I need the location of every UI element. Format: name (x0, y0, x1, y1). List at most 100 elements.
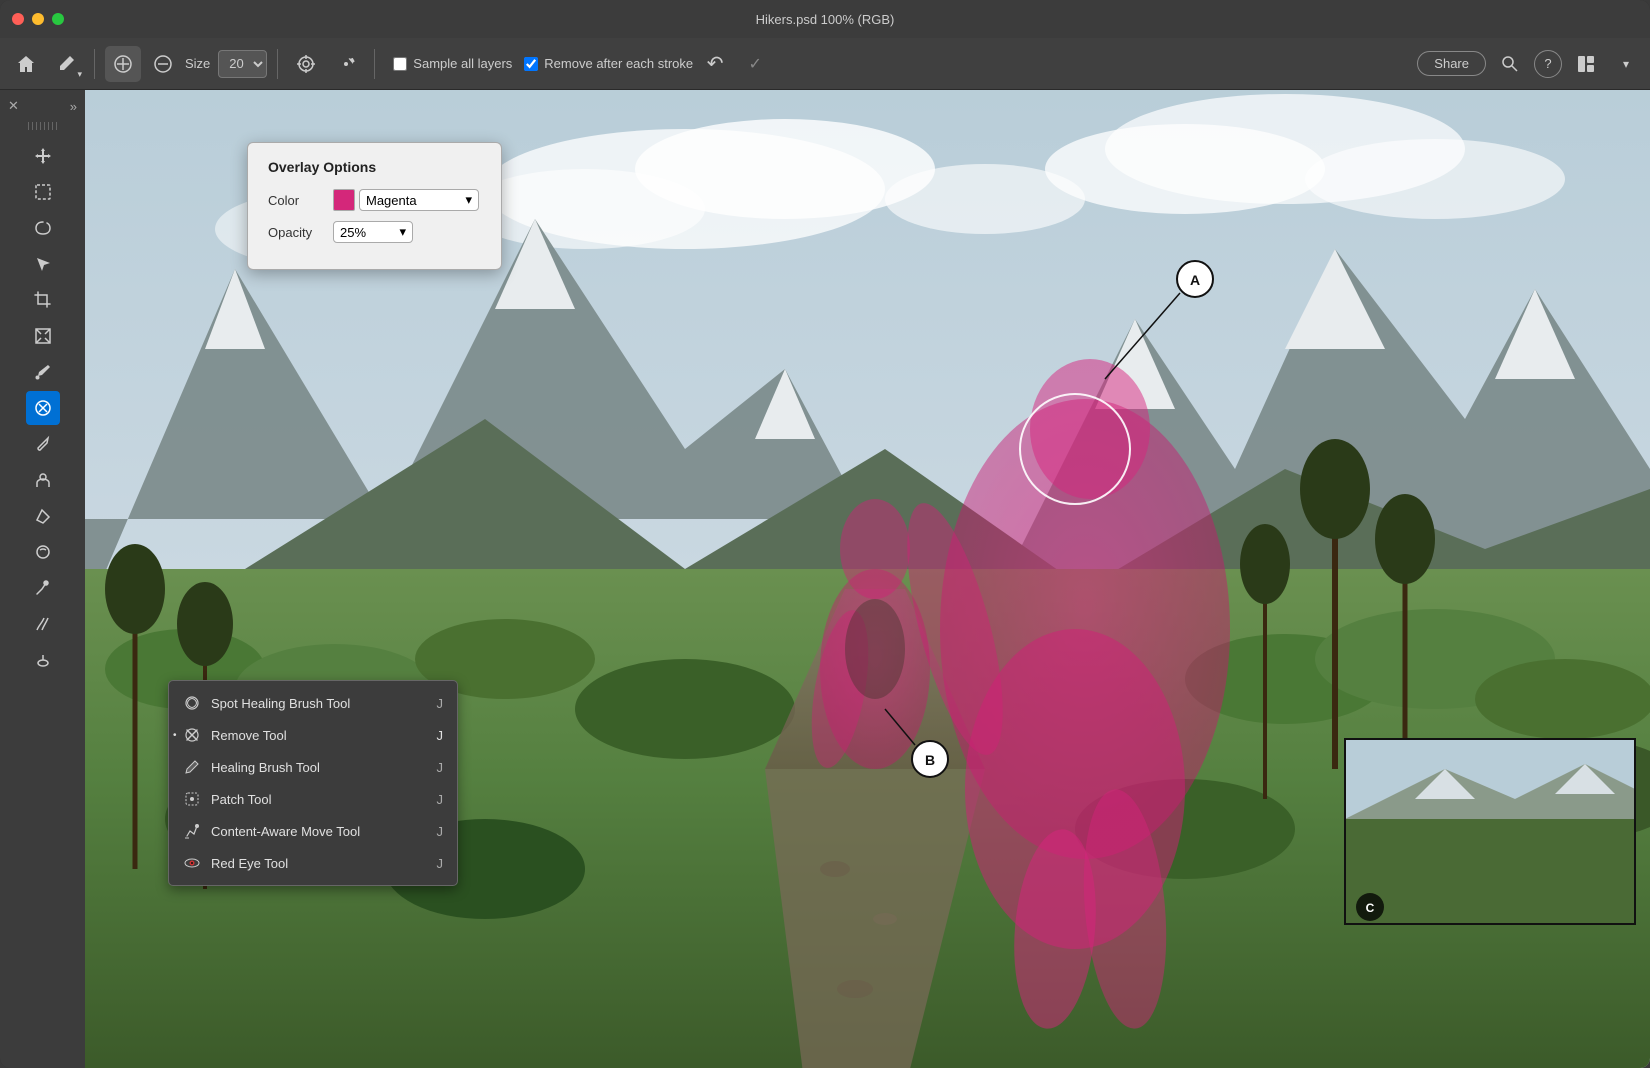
tool-row-crop (26, 282, 60, 318)
spot-heal-label: Spot Healing Brush Tool (211, 696, 350, 711)
size-minus-button[interactable] (145, 46, 181, 82)
overlay-options-panel: Overlay Options Color Magenta ▾ Opacity … (247, 142, 502, 270)
flyout-content-aware[interactable]: Content-Aware Move Tool J (169, 815, 457, 847)
tool-row-select (26, 246, 60, 282)
close-button[interactable] (12, 13, 24, 25)
crop-tool[interactable] (26, 283, 60, 317)
select-tool[interactable] (26, 247, 60, 281)
remove-after-stroke-label: Remove after each stroke (544, 56, 693, 71)
layout-button[interactable] (1570, 48, 1602, 80)
tool-row-marquee (26, 174, 60, 210)
color-swatch[interactable] (333, 189, 355, 211)
toolbar-right: Share ? ▾ (1417, 48, 1642, 80)
sample-all-layers-label: Sample all layers (413, 56, 512, 71)
home-button[interactable] (8, 46, 44, 82)
opacity-dropdown[interactable]: 25% ▾ (333, 221, 413, 243)
svg-text:A: A (1190, 272, 1200, 288)
content-aware-icon (183, 822, 201, 840)
tool-row-dodge (26, 642, 60, 678)
heal-brush-shortcut: J (437, 760, 444, 775)
tool-row-lasso (26, 210, 60, 246)
spot-heal-shortcut: J (437, 696, 444, 711)
dodge-tool[interactable] (26, 643, 60, 677)
heal-brush-icon (183, 758, 201, 776)
opacity-dropdown-arrow: ▾ (399, 224, 406, 240)
content-aware-shortcut: J (437, 824, 444, 839)
tool-row-pen (26, 570, 60, 606)
remove-tool-shortcut: J (437, 728, 444, 743)
minimize-button[interactable] (32, 13, 44, 25)
panel-toggle-button[interactable]: ▾ (1610, 48, 1642, 80)
search-button[interactable] (1494, 48, 1526, 80)
tool-row-heal (26, 390, 60, 426)
blend-tool[interactable] (26, 607, 60, 641)
red-eye-icon (183, 854, 201, 872)
color-value: Magenta (366, 193, 417, 208)
window-title: Hikers.psd 100% (RGB) (756, 12, 895, 27)
blur-tool[interactable] (26, 535, 60, 569)
eyedropper-tool[interactable] (26, 355, 60, 389)
pen-tool[interactable] (26, 571, 60, 605)
tool-row-blur (26, 534, 60, 570)
size-select[interactable]: 20 10 30 50 (218, 50, 267, 78)
undo-button[interactable]: ↶ (697, 46, 733, 82)
svg-text:B: B (925, 752, 935, 768)
heal-tool[interactable] (26, 391, 60, 425)
overlay-color-label: Color (268, 193, 333, 208)
spot-heal-icon (183, 694, 201, 712)
brush-tool[interactable] (26, 427, 60, 461)
flyout-spot-heal[interactable]: Spot Healing Brush Tool J (169, 687, 457, 719)
flyout-remove[interactable]: Remove Tool J (169, 719, 457, 751)
patch-tool-label: Patch Tool (211, 792, 271, 807)
color-dropdown-arrow: ▾ (465, 192, 472, 208)
frame-tool[interactable] (26, 319, 60, 353)
overlay-opacity-row: Opacity 25% ▾ (268, 221, 481, 243)
toolbar-divider-3 (374, 49, 375, 79)
remove-after-stroke-checkbox[interactable] (524, 57, 538, 71)
eraser-tool[interactable] (26, 499, 60, 533)
tools-panel-close-icon[interactable]: ✕ (8, 98, 19, 114)
tools-panel-expand-icon[interactable]: » (70, 99, 77, 114)
move-tool[interactable] (26, 139, 60, 173)
stamp-tool[interactable] (26, 463, 60, 497)
app-window: Hikers.psd 100% (RGB) ▾ Size 20 (0, 0, 1650, 1068)
marquee-tool[interactable] (26, 175, 60, 209)
lasso-tool[interactable] (26, 211, 60, 245)
tool-row-brush (26, 426, 60, 462)
maximize-button[interactable] (52, 13, 64, 25)
overlay-opacity-label: Opacity (268, 225, 333, 240)
color-dropdown[interactable]: Magenta ▾ (359, 189, 479, 211)
settings-button[interactable] (328, 46, 364, 82)
tool-row-move (26, 138, 60, 174)
flyout-patch[interactable]: Patch Tool J (169, 783, 457, 815)
overlay-color-row: Color Magenta ▾ (268, 189, 481, 211)
target-button[interactable] (288, 46, 324, 82)
remove-tool-icon (183, 726, 201, 744)
flyout-heal[interactable]: Healing Brush Tool J (169, 751, 457, 783)
tool-row-frame (26, 318, 60, 354)
sample-all-layers-checkbox[interactable] (393, 57, 407, 71)
tools-panel-header: ✕ » (0, 94, 85, 118)
eyedropper-button[interactable]: ▾ (48, 46, 84, 82)
overlay-options-title: Overlay Options (268, 159, 481, 175)
heal-brush-label: Healing Brush Tool (211, 760, 320, 775)
tools-panel: ✕ » (0, 90, 85, 1068)
patch-tool-icon (183, 790, 201, 808)
toolbar-divider-2 (277, 49, 278, 79)
help-button[interactable]: ? (1534, 50, 1562, 78)
size-label: Size (185, 56, 210, 71)
tool-flyout-menu: Spot Healing Brush Tool J Remove Tool J (168, 680, 458, 886)
opacity-value: 25% (340, 225, 366, 240)
heal-tool-button[interactable] (105, 46, 141, 82)
commit-button[interactable]: ✓ (737, 46, 773, 82)
content-aware-label: Content-Aware Move Tool (211, 824, 360, 839)
sample-all-layers-group: Sample all layers (393, 56, 512, 71)
share-button[interactable]: Share (1417, 51, 1486, 76)
flyout-red-eye[interactable]: Red Eye Tool J (169, 847, 457, 879)
tool-row-stamp (26, 462, 60, 498)
traffic-lights (12, 13, 64, 25)
main-area: Overlay Options Color Magenta ▾ Opacity … (0, 90, 1650, 1068)
toolbar: ▾ Size 20 10 30 50 (0, 38, 1650, 90)
red-eye-label: Red Eye Tool (211, 856, 288, 871)
tools-grip (28, 122, 58, 130)
